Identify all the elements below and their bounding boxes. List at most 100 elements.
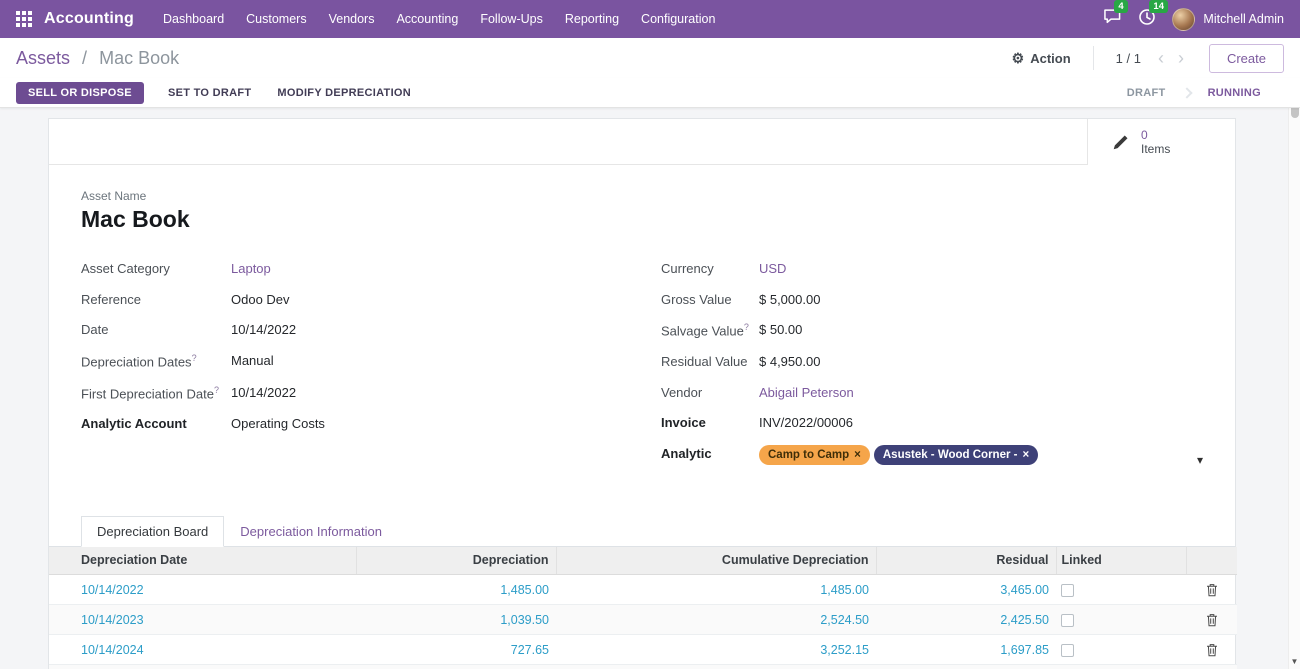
user-avatar bbox=[1172, 8, 1195, 31]
tab-depreciation-information[interactable]: Depreciation Information bbox=[224, 516, 398, 547]
table-body: 10/14/20221,485.001,485.003,465.0010/14/… bbox=[49, 575, 1237, 669]
state-draft[interactable]: DRAFT bbox=[1112, 87, 1181, 99]
col-header-depreciation: Depreciation bbox=[356, 547, 556, 575]
field-row-reference: ReferenceOdoo Dev bbox=[81, 291, 661, 309]
field-row-residual-value: Residual Value$ 4,950.00 bbox=[661, 353, 1203, 371]
field-label-date: Date bbox=[81, 321, 231, 339]
field-value-currency[interactable]: USD bbox=[759, 260, 786, 278]
cell-depreciation[interactable]: 1,485.00 bbox=[356, 575, 556, 605]
statusbar-states: DRAFT RUNNING bbox=[1112, 87, 1284, 99]
cell-cumulative-depreciation[interactable]: 2,524.50 bbox=[556, 605, 876, 635]
linked-checkbox[interactable] bbox=[1061, 614, 1074, 627]
help-marker: ? bbox=[214, 385, 219, 395]
field-label-first-depreciation-date: First Depreciation Date? bbox=[81, 384, 231, 403]
dropdown-caret-icon[interactable]: ▾ bbox=[1197, 453, 1203, 467]
cell-residual[interactable]: 3,465.00 bbox=[876, 575, 1056, 605]
asset-name-value: Mac Book bbox=[81, 206, 1203, 233]
tag-text: Camp to Camp bbox=[768, 447, 849, 463]
divider bbox=[1093, 46, 1094, 70]
trash-icon[interactable] bbox=[1206, 643, 1218, 657]
nav-menu-reporting[interactable]: Reporting bbox=[554, 0, 630, 38]
form-statusbar: SELL OR DISPOSE SET TO DRAFTMODIFY DEPREC… bbox=[0, 78, 1300, 108]
field-row-first-depreciation-date: First Depreciation Date?10/14/2022 bbox=[81, 384, 661, 403]
col-header-actions bbox=[1186, 547, 1237, 575]
tag-remove-icon[interactable]: × bbox=[854, 447, 861, 463]
field-label-reference: Reference bbox=[81, 291, 231, 309]
breadcrumb-parent-link[interactable]: Assets bbox=[16, 48, 70, 68]
cell-residual[interactable]: 1,188.49 bbox=[876, 665, 1056, 669]
nav-menu-dashboard[interactable]: Dashboard bbox=[152, 0, 235, 38]
field-label-residual-value: Residual Value bbox=[661, 353, 759, 371]
col-header-linked: Linked bbox=[1056, 547, 1186, 575]
tag-asustek-wood-corner[interactable]: Asustek - Wood Corner -× bbox=[874, 445, 1038, 465]
cell-residual[interactable]: 2,425.50 bbox=[876, 605, 1056, 635]
field-row-vendor: VendorAbigail Peterson bbox=[661, 384, 1203, 402]
action-menu-button[interactable]: ⚙ Action bbox=[1012, 50, 1071, 67]
cell-residual[interactable]: 1,697.85 bbox=[876, 635, 1056, 665]
field-value-date: 10/14/2022 bbox=[231, 321, 296, 339]
table-row: 10/14/20221,485.001,485.003,465.00 bbox=[49, 575, 1237, 605]
cell-delete bbox=[1186, 605, 1237, 635]
user-menu[interactable]: Mitchell Admin bbox=[1172, 8, 1284, 31]
cell-depreciation-date[interactable]: 10/14/2024 bbox=[49, 635, 356, 665]
field-label-analytic: Analytic bbox=[661, 445, 759, 463]
linked-checkbox[interactable] bbox=[1061, 644, 1074, 657]
nav-menu-accounting[interactable]: Accounting bbox=[385, 0, 469, 38]
cell-depreciation-date[interactable]: 10/14/2023 bbox=[49, 605, 356, 635]
nav-menu-follow-ups[interactable]: Follow-Ups bbox=[469, 0, 554, 38]
set-to-draft-button[interactable]: SET TO DRAFT bbox=[157, 82, 262, 104]
cell-depreciation-date[interactable]: 10/14/2025 bbox=[49, 665, 356, 669]
notebook-tabs: Depreciation BoardDepreciation Informati… bbox=[49, 516, 1235, 547]
cell-depreciation[interactable]: 727.65 bbox=[356, 635, 556, 665]
top-navbar: Accounting DashboardCustomersVendorsAcco… bbox=[0, 0, 1300, 38]
pager-next-button[interactable]: › bbox=[1171, 49, 1191, 67]
cell-delete bbox=[1186, 665, 1237, 669]
control-panel: Assets / Mac Book ⚙ Action 1 / 1 ‹ › Cre… bbox=[0, 38, 1300, 78]
cell-depreciation[interactable]: 509.36 bbox=[356, 665, 556, 669]
col-header-residual: Residual bbox=[876, 547, 1056, 575]
pager-counter: 1 / 1 bbox=[1116, 51, 1141, 66]
tab-depreciation-board[interactable]: Depreciation Board bbox=[81, 516, 224, 547]
scrollbar-down-arrow[interactable]: ▼ bbox=[1289, 657, 1300, 666]
tag-remove-icon[interactable]: × bbox=[1022, 447, 1029, 463]
cell-depreciation-date[interactable]: 10/14/2022 bbox=[49, 575, 356, 605]
cell-depreciation[interactable]: 1,039.50 bbox=[356, 605, 556, 635]
nav-menu-configuration[interactable]: Configuration bbox=[630, 0, 726, 38]
field-label-invoice: Invoice bbox=[661, 414, 759, 432]
trash-icon[interactable] bbox=[1206, 613, 1218, 627]
nav-menu-customers[interactable]: Customers bbox=[235, 0, 317, 38]
help-marker: ? bbox=[744, 322, 749, 332]
linked-checkbox[interactable] bbox=[1061, 584, 1074, 597]
items-count: 0 bbox=[1141, 128, 1148, 142]
vertical-scrollbar[interactable]: ▼ bbox=[1288, 78, 1300, 669]
modify-depreciation-button[interactable]: MODIFY DEPRECIATION bbox=[266, 82, 422, 104]
app-title[interactable]: Accounting bbox=[44, 10, 134, 28]
tag-camp-to-camp[interactable]: Camp to Camp × bbox=[759, 445, 870, 465]
depreciation-table: Depreciation DateDepreciationCumulative … bbox=[49, 547, 1237, 669]
field-value-asset-category[interactable]: Laptop bbox=[231, 260, 271, 278]
help-marker: ? bbox=[192, 353, 197, 363]
state-running[interactable]: RUNNING bbox=[1193, 87, 1276, 99]
cell-cumulative-depreciation[interactable]: 1,485.00 bbox=[556, 575, 876, 605]
sell-or-dispose-button[interactable]: SELL OR DISPOSE bbox=[16, 82, 144, 104]
table-row: 10/14/2025509.363,761.511,188.49 bbox=[49, 665, 1237, 669]
cell-cumulative-depreciation[interactable]: 3,252.15 bbox=[556, 635, 876, 665]
trash-icon[interactable] bbox=[1206, 583, 1218, 597]
apps-grid-icon[interactable] bbox=[16, 11, 32, 27]
field-columns: Asset CategoryLaptopReferenceOdoo DevDat… bbox=[81, 260, 1203, 478]
create-button[interactable]: Create bbox=[1209, 44, 1284, 73]
messages-button[interactable]: 4 bbox=[1103, 8, 1122, 30]
cell-delete bbox=[1186, 575, 1237, 605]
pager-previous-button[interactable]: ‹ bbox=[1151, 49, 1171, 67]
field-label-currency: Currency bbox=[661, 260, 759, 278]
col-header-depreciation-date: Depreciation Date bbox=[49, 547, 356, 575]
items-stat-button[interactable]: 0 Items bbox=[1087, 119, 1235, 165]
messages-badge: 4 bbox=[1114, 0, 1127, 13]
cell-cumulative-depreciation[interactable]: 3,761.51 bbox=[556, 665, 876, 669]
action-menu-label: Action bbox=[1030, 51, 1070, 66]
activities-button[interactable]: 14 bbox=[1138, 8, 1156, 31]
nav-menu-vendors[interactable]: Vendors bbox=[318, 0, 386, 38]
field-row-analytic: AnalyticCamp to Camp×Asustek - Wood Corn… bbox=[661, 445, 1203, 465]
activities-badge: 14 bbox=[1149, 0, 1168, 13]
field-value-vendor[interactable]: Abigail Peterson bbox=[759, 384, 854, 402]
